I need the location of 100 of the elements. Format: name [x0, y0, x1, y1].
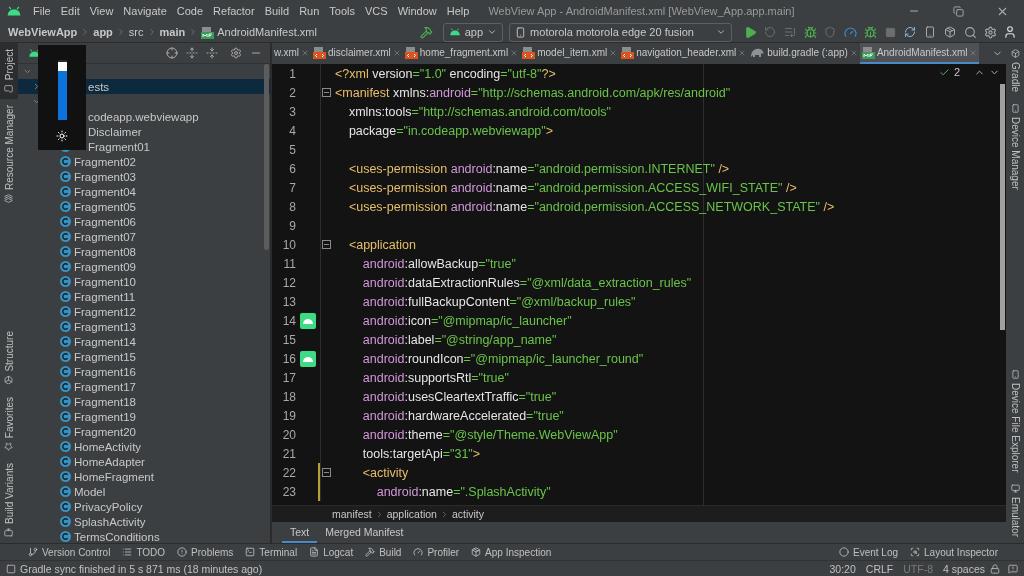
tree-item[interactable]: Fragment05 [74, 200, 136, 213]
tree-item[interactable]: Disclaimer [88, 125, 142, 138]
menu-item[interactable]: Run [294, 5, 325, 17]
tree-item[interactable]: Fragment17 [74, 380, 136, 393]
editor-tab[interactable]: build.gradle (:app) [748, 43, 860, 64]
editor-tab[interactable]: model_item.xml [520, 43, 620, 64]
collapse-all-icon[interactable] [206, 47, 218, 59]
tree-item[interactable]: Model [74, 485, 106, 498]
menu-item[interactable]: VCS [360, 5, 393, 17]
tree-item[interactable]: Fragment13 [74, 320, 136, 333]
breadcrumb-item[interactable]: manifest [332, 508, 372, 520]
tree-item[interactable]: Fragment03 [74, 170, 136, 183]
module-dropdown[interactable]: app [442, 22, 504, 42]
tree-item[interactable]: codeapp.webviewapp [88, 110, 199, 123]
menu-item[interactable]: Window [392, 5, 442, 17]
tree-item[interactable]: Fragment04 [74, 185, 136, 198]
menu-item[interactable]: Refactor [208, 5, 260, 17]
tool-window-tab[interactable]: Build Variants [0, 457, 18, 543]
notification-icon[interactable] [1008, 563, 1018, 574]
rerun-icon[interactable] [764, 26, 776, 38]
breadcrumb-item[interactable]: application [386, 508, 437, 520]
tree-item[interactable]: Fragment01 [88, 140, 150, 153]
tool-window-tab[interactable]: Device File Explorer [1006, 363, 1024, 478]
sync-icon[interactable] [904, 26, 916, 38]
tool-window-button[interactable]: TODO [116, 546, 172, 558]
editor-mode-tab[interactable]: Text [282, 522, 318, 543]
tree-item[interactable]: Fragment08 [74, 245, 136, 258]
tool-window-tab[interactable]: Emulator [1006, 478, 1024, 543]
tree-item[interactable]: Fragment06 [74, 215, 136, 228]
tree-item[interactable]: Fragment12 [74, 305, 136, 318]
close-icon[interactable] [849, 48, 858, 57]
menu-item[interactable]: Build [259, 5, 295, 17]
check-icon[interactable] [938, 66, 950, 78]
editor-tab[interactable]: disclaimer.xml [311, 43, 403, 64]
play-icon[interactable] [743, 25, 757, 39]
hammer-icon[interactable] [420, 25, 434, 39]
avatar-icon[interactable] [1003, 25, 1017, 39]
settings-icon[interactable] [983, 25, 997, 39]
restore-icon[interactable] [952, 5, 964, 17]
breadcrumb-item[interactable]: AndroidManifest.xml [217, 26, 317, 38]
settings-icon[interactable] [230, 47, 242, 59]
scrollbar[interactable] [1000, 84, 1005, 330]
menu-item[interactable]: Help [441, 5, 475, 17]
bug-icon[interactable] [863, 25, 877, 39]
tree-item[interactable]: Fragment20 [74, 425, 136, 438]
tree-item[interactable]: HomeActivity [74, 440, 142, 453]
breadcrumb-item[interactable]: main [159, 26, 186, 38]
slider-thumb[interactable] [57, 61, 67, 71]
tree-item[interactable]: Fragment11 [74, 290, 136, 303]
editor-tab[interactable]: w.xml [272, 43, 311, 64]
menu-item[interactable]: File [28, 5, 56, 17]
breadcrumb-item[interactable]: activity [451, 508, 484, 520]
breadcrumb-item[interactable]: app [93, 26, 113, 38]
package-icon[interactable] [944, 26, 956, 38]
close-icon[interactable] [738, 48, 747, 57]
breadcrumb-item[interactable]: WebViewApp [8, 26, 78, 38]
menu-item[interactable]: Code [171, 5, 209, 17]
tool-window-button[interactable]: Build [359, 546, 408, 558]
tool-window-button[interactable]: App Inspection [465, 546, 558, 558]
tree-item[interactable]: ests [88, 80, 110, 93]
tree-item[interactable]: Fragment15 [74, 350, 136, 363]
tree-item[interactable]: Fragment19 [74, 410, 136, 423]
editor-mode-tab[interactable]: Merged Manifest [317, 522, 412, 543]
tool-window-button[interactable]: Layout Inspector [904, 546, 1004, 558]
tree-item[interactable]: Fragment02 [74, 155, 136, 168]
breadcrumb-item[interactable]: src [128, 26, 144, 38]
chevron-icon[interactable] [31, 97, 41, 106]
tool-window-tab[interactable]: Project [0, 43, 18, 100]
tree-item[interactable]: TermsConditions [74, 530, 160, 543]
lock-icon[interactable] [990, 563, 1000, 574]
square-icon[interactable] [6, 563, 16, 574]
editor-tab[interactable]: home_fragment.xml [402, 43, 521, 64]
device-dropdown[interactable]: motorola motorola edge 20 fusion [509, 22, 732, 42]
inspection-count[interactable]: 2 [953, 66, 960, 78]
menu-item[interactable]: View [84, 5, 119, 17]
brightness-slider[interactable] [57, 60, 67, 120]
tree-item[interactable]: HomeFragment [74, 470, 154, 483]
tool-window-button[interactable]: Version Control [22, 546, 117, 558]
search-icon[interactable] [963, 25, 977, 39]
stop-icon[interactable] [884, 26, 896, 38]
close-icon[interactable] [510, 48, 519, 57]
tree-item[interactable]: PrivacyPolicy [74, 500, 143, 513]
editor-tab[interactable]: navigation_header.xml [619, 43, 749, 64]
expand-all-icon[interactable] [186, 47, 198, 59]
tool-window-button[interactable]: Problems [171, 546, 240, 558]
gauge-icon[interactable] [843, 25, 857, 39]
tool-window-button[interactable]: Event Log [833, 546, 905, 558]
status-item[interactable]: 4 spaces [942, 562, 985, 575]
android-icon[interactable] [300, 350, 316, 367]
tree-item[interactable]: Fragment09 [74, 260, 136, 273]
close-icon[interactable] [301, 48, 309, 57]
android-icon[interactable] [300, 312, 316, 329]
chevron-icon[interactable] [22, 67, 32, 76]
tool-window-tab[interactable]: Structure [0, 325, 18, 391]
scrollbar[interactable] [264, 64, 269, 250]
tree-item[interactable]: HomeAdapter [74, 455, 145, 468]
tool-window-tab[interactable]: Favorites [0, 390, 18, 458]
tool-window-button[interactable]: Terminal [239, 546, 304, 558]
bug-icon[interactable] [803, 25, 817, 39]
phone-icon[interactable] [924, 26, 936, 38]
